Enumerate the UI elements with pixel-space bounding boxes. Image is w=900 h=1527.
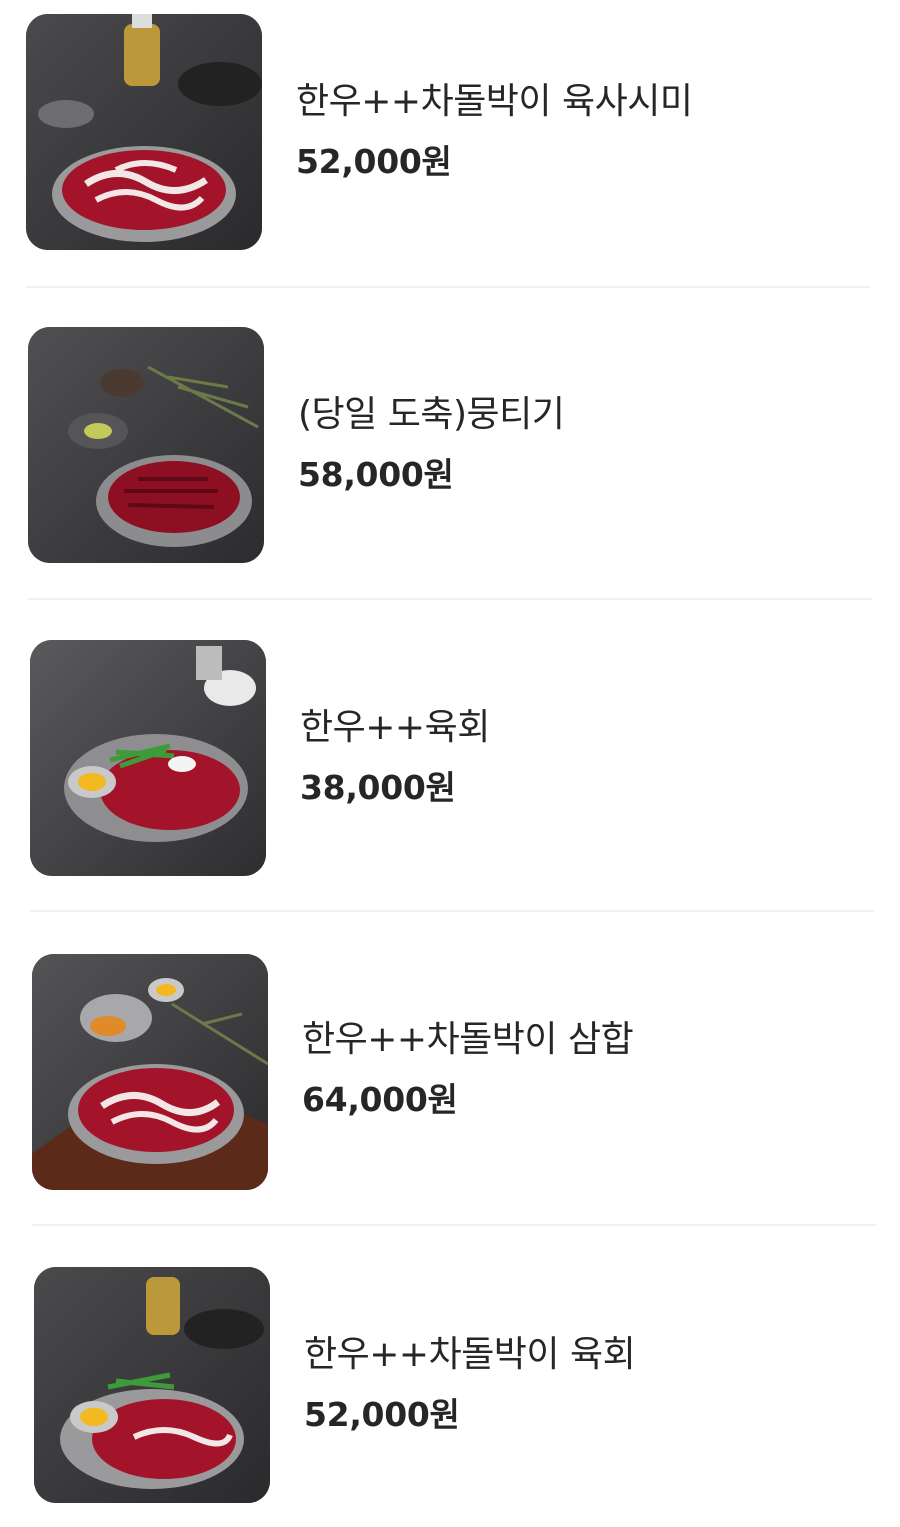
item-price: 52,000원 [304,1395,460,1434]
food-thumbnail[interactable] [26,14,262,250]
food-thumbnail[interactable] [32,954,268,1190]
item-name: (당일 도축)뭉티기 [298,394,565,435]
divider [32,1224,876,1226]
food-thumbnail[interactable] [30,640,266,876]
menu-item[interactable]: 한우++차돌박이 삼합 64,000원 [0,954,900,1204]
item-name: 한우++차돌박이 삼합 [302,1019,634,1060]
menu-item[interactable]: 한우++육회 38,000원 [0,640,900,890]
menu-list: 한우++차돌박이 육사시미 52,000원 (당일 도축)뭉티기 58,000원… [0,0,900,1527]
item-price: 38,000원 [300,768,456,807]
item-name: 한우++차돌박이 육회 [304,1334,636,1375]
divider [30,910,874,912]
divider [26,286,870,288]
item-price: 64,000원 [302,1080,458,1119]
menu-item[interactable]: 한우++차돌박이 육사시미 52,000원 [0,14,900,264]
divider [28,598,872,600]
item-name: 한우++차돌박이 육사시미 [296,81,693,122]
food-thumbnail[interactable] [28,327,264,563]
menu-item[interactable]: (당일 도축)뭉티기 58,000원 [0,327,900,577]
menu-item[interactable]: 한우++차돌박이 육회 52,000원 [0,1267,900,1517]
item-price: 58,000원 [298,455,454,494]
food-thumbnail[interactable] [34,1267,270,1503]
item-name: 한우++육회 [300,707,490,748]
item-price: 52,000원 [296,142,452,181]
